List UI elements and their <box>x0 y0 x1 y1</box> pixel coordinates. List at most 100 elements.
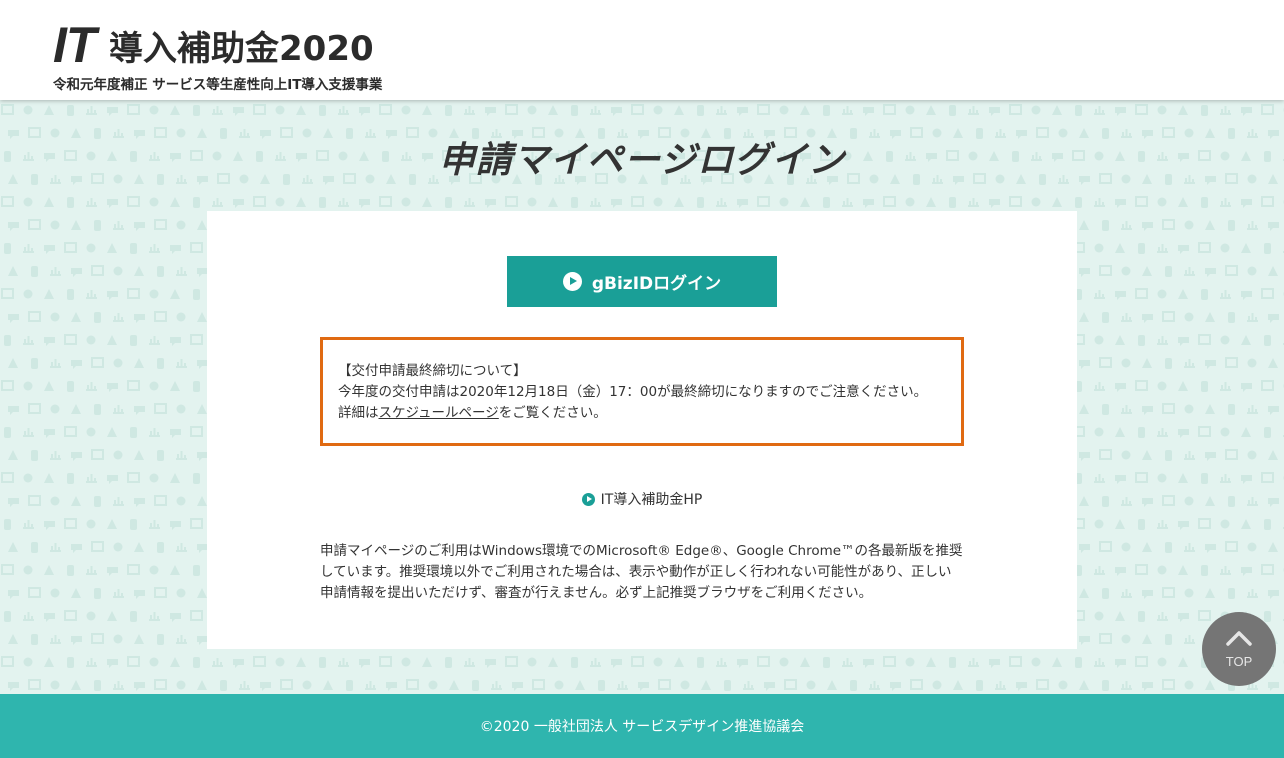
pattern-shape <box>190 518 203 529</box>
pattern-shape <box>64 518 77 529</box>
pattern-shape <box>953 128 963 138</box>
pattern-shape <box>1261 288 1274 299</box>
pattern-shape <box>67 565 74 576</box>
pattern-shape <box>1247 221 1258 230</box>
pattern-shape <box>554 680 564 690</box>
pattern-shape <box>44 289 54 299</box>
pattern-shape <box>64 242 77 253</box>
pattern-shape <box>1264 611 1271 622</box>
pattern-shape <box>1201 381 1208 392</box>
pattern-shape <box>827 680 837 690</box>
pattern-shape <box>701 128 711 138</box>
pattern-shape <box>127 472 140 483</box>
pattern-shape <box>157 542 164 553</box>
pattern-shape <box>64 426 77 437</box>
pattern-shape <box>1184 543 1195 552</box>
it-subsidy-hp-link[interactable]: IT導入補助金HP <box>207 489 1077 509</box>
pattern-shape <box>1178 289 1188 299</box>
pattern-shape <box>445 105 452 116</box>
pattern-shape <box>130 243 137 254</box>
pattern-shape <box>149 289 159 299</box>
pattern-shape <box>319 105 326 116</box>
pattern-shape <box>653 657 663 667</box>
pattern-shape <box>472 680 479 691</box>
pattern-shape <box>1138 427 1145 438</box>
pattern-shape <box>968 198 979 207</box>
pattern-shape <box>995 681 1006 690</box>
pattern-shape <box>1178 613 1189 622</box>
pattern-shape <box>1165 634 1172 645</box>
pattern-shape <box>107 291 118 300</box>
pattern-shape <box>1220 290 1231 299</box>
pattern-shape <box>1198 610 1211 621</box>
pattern-shape <box>1115 427 1125 437</box>
pattern-shape <box>1228 220 1235 231</box>
pattern-shape <box>1228 496 1235 507</box>
pattern-shape <box>149 520 160 529</box>
gbizid-login-button[interactable]: gBizIDログイン <box>507 256 777 307</box>
pattern-shape <box>338 658 349 667</box>
pattern-shape <box>23 428 34 437</box>
pattern-shape <box>86 290 97 299</box>
pattern-shape <box>233 107 244 116</box>
pattern-shape <box>800 657 810 667</box>
pattern-shape <box>86 106 97 115</box>
pattern-shape <box>1268 590 1279 599</box>
pattern-shape <box>757 104 770 115</box>
pattern-shape <box>127 380 140 391</box>
pattern-shape <box>239 681 250 690</box>
pattern-shape <box>338 106 349 115</box>
pattern-shape <box>67 473 74 484</box>
pattern-shape <box>422 105 432 115</box>
pattern-shape <box>149 473 159 483</box>
pattern-shape <box>827 128 837 138</box>
pattern-shape <box>1157 520 1168 529</box>
pattern-shape <box>28 679 41 690</box>
pattern-shape <box>1099 633 1112 644</box>
pattern-shape <box>50 496 60 506</box>
pattern-shape <box>1268 498 1279 507</box>
pattern-shape <box>1201 565 1208 576</box>
schedule-page-link[interactable]: スケジュールページ <box>379 405 499 421</box>
pattern-shape <box>323 128 333 138</box>
pattern-shape <box>23 105 33 115</box>
pattern-shape <box>1094 335 1104 345</box>
pattern-shape <box>764 682 775 691</box>
pattern-shape <box>67 197 74 208</box>
pattern-shape <box>1138 335 1145 346</box>
pattern-shape <box>8 542 18 552</box>
pattern-shape <box>94 312 101 323</box>
pattern-shape <box>1247 497 1258 506</box>
pattern-shape <box>1009 196 1022 207</box>
pattern-shape <box>197 496 207 506</box>
pattern-shape <box>31 634 38 645</box>
pattern-shape <box>850 680 857 691</box>
chevron-up-icon <box>1226 631 1252 646</box>
pattern-shape <box>67 657 74 668</box>
pattern-shape <box>28 587 41 598</box>
pattern-shape <box>737 107 748 116</box>
pattern-shape <box>296 197 306 207</box>
notice-heading: 【交付申請最終締切について】 <box>338 363 527 379</box>
pattern-shape <box>94 220 101 231</box>
pattern-shape <box>239 129 250 138</box>
back-to-top-button[interactable]: TOP <box>1202 612 1276 686</box>
pattern-shape <box>697 657 704 668</box>
pattern-shape <box>107 243 117 253</box>
pattern-shape <box>548 197 558 207</box>
pattern-shape <box>170 521 181 530</box>
pattern-shape <box>1247 589 1258 598</box>
pattern-shape <box>1157 428 1168 437</box>
pattern-shape <box>1241 243 1251 253</box>
pattern-shape <box>1198 334 1211 345</box>
pattern-shape <box>107 383 118 392</box>
pattern-shape <box>170 197 180 207</box>
pattern-shape <box>1201 197 1208 208</box>
pattern-shape <box>1121 129 1132 138</box>
pattern-shape <box>1184 496 1194 506</box>
pattern-shape <box>71 680 81 690</box>
pattern-shape <box>8 222 19 231</box>
pattern-shape <box>1247 450 1257 460</box>
pattern-shape <box>31 358 38 369</box>
pattern-shape <box>1 656 14 667</box>
